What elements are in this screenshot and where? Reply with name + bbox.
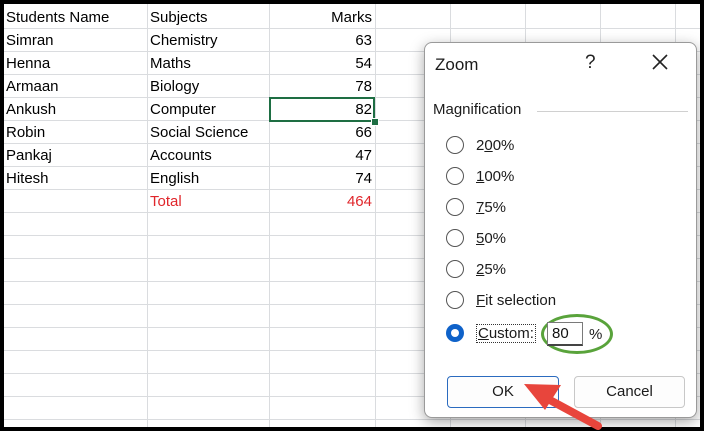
active-cell-border <box>269 97 375 122</box>
cell-subject[interactable]: Chemistry <box>150 29 218 52</box>
magnification-group-label: Magnification <box>433 101 528 118</box>
cell-subject[interactable]: Maths <box>150 52 191 75</box>
access-key: 0 <box>484 137 493 154</box>
option-text: 200% <box>476 137 515 154</box>
cell-marks[interactable]: 66 <box>272 121 372 144</box>
column-divider <box>269 4 270 427</box>
option-label-custom[interactable]: Custom: <box>476 324 536 343</box>
option-text: 100% <box>476 168 515 185</box>
header-marks[interactable]: Marks <box>272 6 372 29</box>
close-icon[interactable] <box>651 53 669 71</box>
radio-200[interactable] <box>446 136 464 154</box>
cell-marks[interactable]: 74 <box>272 167 372 190</box>
cell-marks[interactable]: 63 <box>272 29 372 52</box>
cell-name[interactable]: Armaan <box>6 75 59 98</box>
cell-marks[interactable]: 54 <box>272 52 372 75</box>
access-key: F <box>476 292 486 309</box>
total-label[interactable]: Total <box>150 190 182 213</box>
option-label-75[interactable]: 75% <box>476 199 506 216</box>
dialog-title: Zoom <box>435 55 479 74</box>
cell-subject[interactable]: Computer <box>150 98 216 121</box>
cell-marks[interactable]: 78 <box>272 75 372 98</box>
option-text: Fit selection <box>476 292 557 309</box>
cell-name[interactable]: Robin <box>6 121 45 144</box>
access-key: 1 <box>476 168 485 185</box>
header-students-name[interactable]: Students Name <box>6 6 146 29</box>
radio-50[interactable] <box>446 229 464 247</box>
custom-zoom-input[interactable] <box>547 322 583 346</box>
option-text: 50% <box>476 230 507 247</box>
column-divider <box>375 4 376 427</box>
group-divider <box>537 111 688 112</box>
access-key: 7 <box>476 199 485 216</box>
access-key: C <box>478 325 489 342</box>
radio-75[interactable] <box>446 198 464 216</box>
radio-100[interactable] <box>446 167 464 185</box>
cell-name[interactable]: Henna <box>6 52 50 75</box>
cell-subject[interactable]: English <box>150 167 199 190</box>
ok-button[interactable]: OK <box>447 376 559 408</box>
cell-subject[interactable]: Social Science <box>150 121 248 144</box>
cell-marks[interactable]: 47 <box>272 144 372 167</box>
cancel-button[interactable]: Cancel <box>574 376 685 408</box>
access-key: 5 <box>476 230 485 247</box>
cell-name[interactable]: Hitesh <box>6 167 49 190</box>
radio-custom[interactable] <box>446 324 464 342</box>
option-label-50[interactable]: 50% <box>476 230 506 247</box>
fill-handle[interactable] <box>371 118 379 126</box>
cell-name[interactable]: Ankush <box>6 98 56 121</box>
option-text: Custom: <box>476 324 536 343</box>
option-label-100[interactable]: 100% <box>476 168 514 185</box>
percent-label: % <box>589 326 603 343</box>
cell-subject[interactable]: Accounts <box>150 144 212 167</box>
row-divider <box>4 419 700 420</box>
cell-subject[interactable]: Biology <box>150 75 199 98</box>
cell-name[interactable]: Pankaj <box>6 144 52 167</box>
access-key: 2 <box>476 261 485 278</box>
option-text: 25% <box>476 261 507 278</box>
option-label-fit-selection[interactable]: Fit selection <box>476 292 556 309</box>
cell-name[interactable]: Simran <box>6 29 54 52</box>
screenshot-frame: Students Name Subjects Marks Simran Chem… <box>0 0 704 431</box>
total-value[interactable]: 464 <box>272 190 372 213</box>
radio-fit-selection[interactable] <box>446 291 464 309</box>
help-button[interactable]: ? <box>585 52 596 74</box>
column-divider <box>147 4 148 427</box>
option-text: 75% <box>476 199 507 216</box>
option-label-25[interactable]: 25% <box>476 261 506 278</box>
header-subjects[interactable]: Subjects <box>150 6 268 29</box>
zoom-dialog: Zoom ? Magnification 200% 100% 75% 50% 2… <box>424 42 697 418</box>
radio-25[interactable] <box>446 260 464 278</box>
option-label-200[interactable]: 200% <box>476 137 514 154</box>
